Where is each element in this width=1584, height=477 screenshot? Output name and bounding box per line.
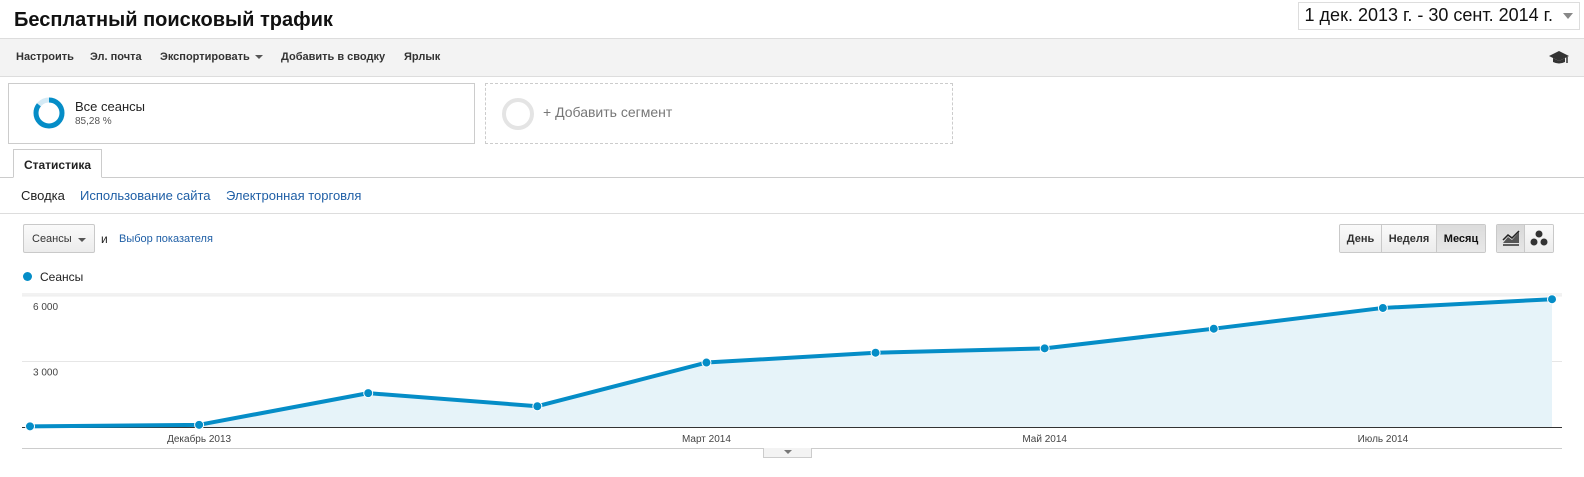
chart-type-toggle — [1496, 224, 1554, 253]
choose-metric-link[interactable]: Выбор показателя — [119, 233, 213, 245]
data-point — [870, 347, 881, 358]
chevron-down-icon — [78, 238, 86, 242]
add-segment-label: + Добавить сегмент — [543, 104, 673, 120]
graduation-cap-icon[interactable] — [1548, 50, 1570, 66]
legend-swatch-sessions — [23, 272, 32, 281]
data-point — [25, 421, 35, 432]
date-range-label: 1 дек. 2013 г. - 30 сент. 2014 г. — [1304, 5, 1553, 25]
add-segment-button[interactable]: + Добавить сегмент — [485, 83, 953, 144]
metric-select-value: Сеансы — [32, 233, 72, 245]
shortcut-button[interactable]: Ярлык — [404, 51, 440, 63]
email-button[interactable]: Эл. почта — [90, 51, 142, 63]
chevron-down-icon — [254, 55, 263, 60]
export-button[interactable]: Экспортировать — [160, 51, 263, 63]
segment-name: Все сеансы — [75, 99, 145, 114]
metric-select[interactable]: Сеансы — [23, 224, 95, 253]
motion-chart-icon — [1530, 230, 1548, 246]
line-chart-button[interactable] — [1497, 225, 1525, 252]
x-tick-label: Июль 2014 — [1358, 434, 1409, 445]
subnav-ecommerce[interactable]: Электронная торговля — [226, 188, 361, 203]
x-tick-label: Май 2014 — [1022, 434, 1067, 445]
data-point — [1547, 294, 1557, 305]
line-chart-icon — [1502, 230, 1520, 246]
x-tick-label: Март 2014 — [682, 434, 731, 445]
granularity-day-button[interactable]: День — [1340, 225, 1382, 252]
collapse-chart-toggle[interactable] — [763, 448, 812, 458]
customize-button[interactable]: Настроить — [16, 51, 74, 63]
sessions-line-chart: 3 000 6 000 Декабрь 2013 Март 2014 Май 2014 И… — [22, 293, 1562, 449]
subnav-overview[interactable]: Сводка — [21, 188, 65, 203]
granularity-month-button[interactable]: Месяц — [1437, 225, 1485, 252]
granularity-week-button[interactable]: Неделя — [1382, 225, 1437, 252]
tab-statistics[interactable]: Статистика — [13, 149, 102, 178]
data-point — [1377, 302, 1388, 313]
export-label: Экспортировать — [160, 51, 250, 63]
report-toolbar: Настроить Эл. почта Экспортировать Добав… — [0, 38, 1584, 77]
segment-percent: 85,28 % — [75, 116, 112, 127]
tab-divider — [0, 177, 1584, 178]
legend-label-sessions: Сеансы — [40, 270, 84, 284]
subnav-site-usage[interactable]: Использование сайта — [80, 188, 211, 203]
date-range-picker[interactable]: 1 дек. 2013 г. - 30 сент. 2014 г. — [1297, 2, 1580, 30]
y-tick-label: 6 000 — [33, 302, 58, 313]
granularity-toggle: День Неделя Месяц — [1339, 224, 1486, 253]
segment-all-sessions[interactable]: Все сеансы 85,28 % — [8, 83, 475, 144]
data-point — [194, 419, 205, 430]
data-point — [1208, 323, 1219, 334]
data-point — [363, 388, 374, 399]
add-to-dashboard-button[interactable]: Добавить в сводку — [281, 51, 385, 63]
segment-ring-icon — [33, 97, 65, 129]
chart-legend: Сеансы — [23, 270, 83, 284]
page-title: Бесплатный поисковый трафик — [14, 9, 333, 31]
data-point — [532, 401, 543, 412]
empty-segment-ring-icon — [502, 98, 534, 130]
metric-conjunction: и — [101, 232, 108, 246]
motion-chart-button[interactable] — [1525, 225, 1553, 252]
data-point — [701, 357, 712, 368]
data-point — [1039, 343, 1050, 354]
series-area-sessions — [30, 299, 1552, 427]
y-tick-label: 3 000 — [33, 367, 58, 378]
chevron-down-icon — [784, 450, 792, 454]
chevron-down-icon — [1563, 13, 1573, 19]
x-tick-label: Декабрь 2013 — [167, 433, 231, 445]
subnav-divider — [0, 213, 1584, 214]
